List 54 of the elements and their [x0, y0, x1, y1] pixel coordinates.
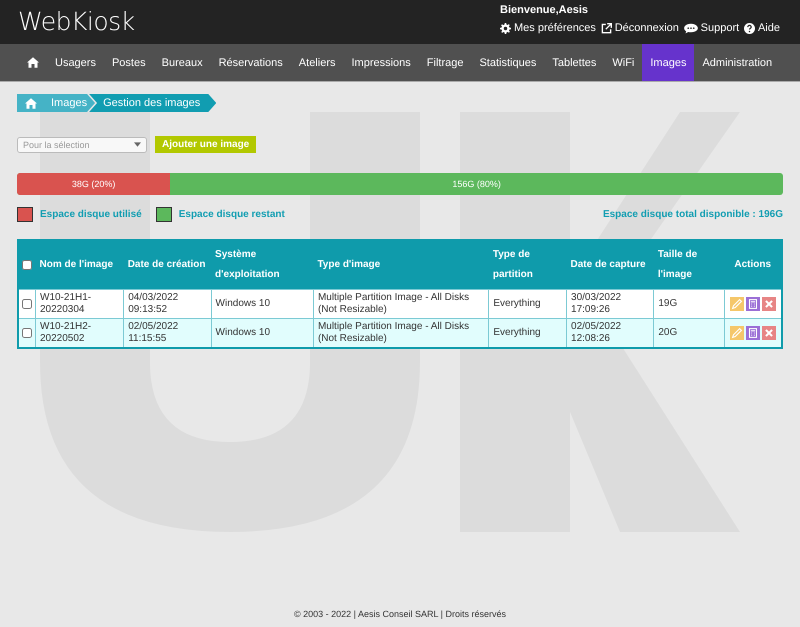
- used-space-fill: 38G (20%): [17, 173, 170, 195]
- select-all-checkbox[interactable]: [22, 260, 32, 270]
- delete-icon[interactable]: [762, 326, 776, 340]
- total-space-text: Espace disque total disponible : 196G: [602, 209, 783, 220]
- column-header: Date de création: [124, 240, 212, 290]
- gear-icon: [500, 22, 511, 34]
- column-header: Nom de l'image: [36, 240, 124, 290]
- calculator-icon[interactable]: [746, 297, 760, 311]
- nav-tab[interactable]: WiFi: [604, 44, 642, 81]
- column-header: Type d'image: [313, 240, 489, 290]
- table-cell: Multiple Partition Image - All Disks (Not Resizable): [313, 290, 489, 318]
- column-header: Système d'exploitation: [211, 240, 314, 290]
- nav-tab[interactable]: Ateliers: [290, 44, 344, 81]
- chat-bubble-icon: [684, 22, 698, 34]
- table-cell: 02/05/2022 12:08:26: [566, 318, 654, 348]
- nav-tab[interactable]: Filtrage: [418, 44, 472, 81]
- nav-tab[interactable]: Impressions: [343, 44, 419, 81]
- delete-icon[interactable]: [762, 297, 776, 311]
- row-checkbox[interactable]: [22, 328, 32, 338]
- column-header: Actions: [724, 240, 782, 290]
- table-cell: Windows 10: [211, 318, 314, 348]
- table-cell: 20G: [654, 318, 724, 348]
- welcome-text: Bienvenue,Aesis: [500, 4, 588, 16]
- external-link-icon: [600, 22, 612, 34]
- nav-tab[interactable]: Usagers: [47, 44, 104, 81]
- caret-icon: [134, 142, 141, 147]
- legend-label: Espace disque restant: [178, 209, 285, 220]
- table-cell: 02/05/2022 11:15:55: [124, 318, 212, 348]
- home-icon: [25, 98, 37, 108]
- nav-tab[interactable]: Réservations: [210, 44, 291, 81]
- header-link[interactable]: Mes préférences: [514, 22, 596, 34]
- table-cell: W10-21H2-20220502: [36, 318, 124, 348]
- calculator-icon[interactable]: [746, 326, 760, 340]
- breadcrumb-current: Gestion des images: [89, 94, 216, 112]
- table-cell: Everything: [488, 318, 567, 348]
- nav-tab[interactable]: Tablettes: [544, 44, 604, 81]
- help-icon: [744, 22, 755, 34]
- column-header: Date de capture: [566, 240, 654, 290]
- footer-text: © 2003 - 2022 | Aesis Conseil SARL | Droits réservés: [292, 609, 508, 621]
- column-header: Type de partition: [488, 240, 567, 290]
- free-space-label: 156G (80%): [451, 178, 502, 191]
- nav-tab[interactable]: Bureaux: [154, 44, 211, 81]
- nav-tab[interactable]: Administration: [694, 44, 780, 81]
- header-link[interactable]: Support: [700, 22, 740, 34]
- column-header: Taille de l'image: [654, 240, 724, 290]
- nav-tab[interactable]: Statistiques: [471, 44, 544, 81]
- table-cell: Multiple Partition Image - All Disks (Not Resizable): [313, 318, 489, 348]
- legend-label: Espace disque utilisé: [40, 209, 142, 220]
- header-link[interactable]: Déconnexion: [614, 22, 679, 34]
- nav-tab[interactable]: Images: [642, 44, 694, 81]
- row-checkbox[interactable]: [22, 299, 32, 309]
- logo[interactable]: WebKiosk: [18, 0, 135, 44]
- header-link[interactable]: Aide: [758, 22, 780, 34]
- nav-tab[interactable]: Postes: [104, 44, 154, 81]
